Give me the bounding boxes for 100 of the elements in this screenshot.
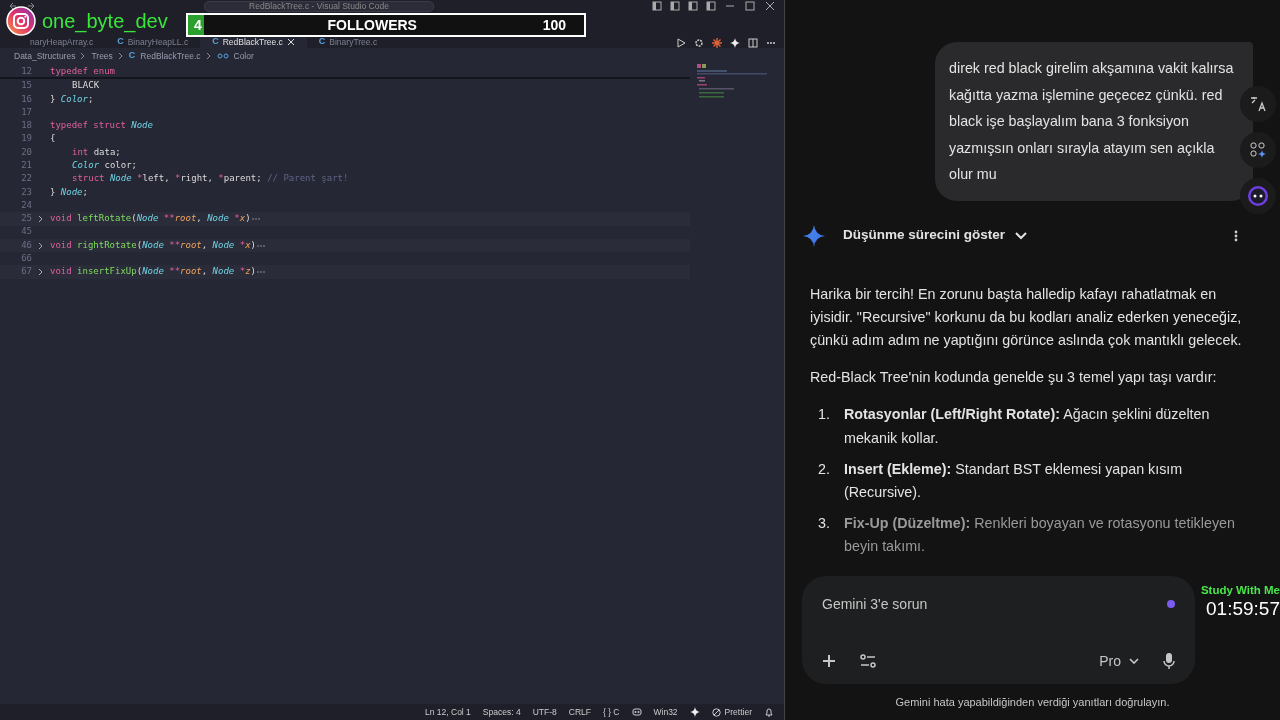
code-line: typedef struct Node [50, 119, 153, 133]
followers-goal: 100 [542, 15, 566, 35]
list-number: 3. [818, 514, 831, 534]
line-number: 16 [20, 92, 32, 106]
line-number: 24 [20, 198, 32, 212]
c-file-icon: C [128, 49, 136, 63]
status-item[interactable]: Win32 [653, 705, 678, 719]
translate-button[interactable] [1240, 86, 1276, 122]
chevron-icon [80, 52, 87, 60]
breadcrumb-item[interactable]: RedBlackTree.c [140, 49, 201, 63]
line-number: 45 [20, 225, 32, 239]
gear-icon[interactable] [694, 38, 704, 48]
layout-icon[interactable] [652, 1, 662, 11]
code-line: void leftRotate(Node **root, Node *x) [50, 212, 251, 226]
c-file-icon: C [212, 35, 219, 49]
fold-chevron-icon[interactable] [38, 241, 44, 250]
breadcrumb-item[interactable]: Color [233, 49, 254, 63]
translate-icon [1250, 96, 1266, 112]
line-number: 25 [20, 212, 32, 226]
code-line: int data; [72, 145, 121, 159]
plus-icon[interactable] [822, 654, 836, 668]
timer-label: Study With Me [1200, 583, 1280, 598]
line-number: 46 [20, 238, 32, 252]
enum-icon [216, 52, 229, 60]
robot-face-icon [1247, 185, 1269, 207]
close-icon[interactable] [764, 1, 776, 11]
line-number: 19 [20, 132, 32, 146]
code-line: struct Node *left, *right, *parent; // Parent şart! [72, 172, 349, 186]
back-arrow-icon[interactable] [8, 1, 18, 11]
microphone-icon[interactable] [1163, 653, 1175, 669]
list-item-text: Rotasyonlar (Left/Right Rotate): Ağacın şeklini düzelten mekanik kollar. [844, 405, 1211, 448]
status-item[interactable]: Spaces: 4 [482, 705, 521, 719]
split-editor-icon[interactable] [748, 38, 758, 48]
code-line: BLACK [72, 79, 100, 93]
line-number: 12 [20, 64, 32, 78]
sparkle-logo-icon [803, 224, 825, 247]
status-item[interactable]: CRLF [568, 705, 591, 719]
panel-icon[interactable] [688, 1, 698, 11]
code-line: typedef enum [50, 64, 116, 78]
chevron-icon [117, 52, 124, 60]
response-paragraph: Harika bir tercih! En zorunu başta halledip kafayı rahatlatmak en iyisidir. "Recursive" korkunu da bu kodları analiz ederken yeneceğiz, çünkü adım adım ne yaptığını görünce aslında çok mantıklı gelecek. [810, 284, 1243, 350]
breadcrumb-item[interactable]: Trees [91, 49, 113, 63]
code-line: } Color; [50, 92, 94, 106]
status-item[interactable]: UTF-8 [532, 705, 557, 719]
timer-clock: 01:59:57 [1205, 599, 1280, 621]
code-line: } Node; [50, 185, 88, 199]
disclaimer-text: Gemini hata yapabildiğinden verdiği yanıtları doğrulayın. [894, 694, 1171, 710]
split-icon[interactable] [706, 1, 716, 11]
apps-button[interactable] [1240, 132, 1276, 168]
maximize-icon[interactable] [744, 1, 756, 11]
c-file-icon: C [117, 35, 124, 49]
model-dropdown[interactable]: Pro [1099, 650, 1139, 672]
minimap-drawing [697, 64, 767, 98]
burst-icon[interactable] [712, 38, 722, 48]
line-number: 20 [20, 145, 32, 159]
sidebar-icon[interactable] [670, 1, 680, 11]
line-number: 66 [20, 252, 32, 266]
code-line: void insertFixUp(Node **root, Node *z) [50, 265, 256, 279]
list-item-text: Fix-Up (Düzeltme): Renkleri boyayan ve rotasyonu tetikleyen beyin takımı. [844, 514, 1236, 557]
show-thinking-button[interactable]: Düşünme sürecini göster [843, 225, 1028, 246]
dot-icon [1167, 600, 1175, 608]
title-search-field[interactable]: RedBlackTree.c - Visual Studio Code [204, 1, 434, 12]
sparkle-icon[interactable] [689, 707, 700, 717]
status-item[interactable]: Ln 12, Col 1 [425, 705, 471, 719]
line-number: 67 [20, 265, 32, 279]
list-number: 1. [818, 405, 831, 425]
forward-arrow-icon[interactable] [26, 1, 36, 11]
line-number: 22 [20, 172, 32, 186]
assistant-button[interactable] [1240, 178, 1276, 214]
list-number: 2. [818, 459, 831, 479]
run-icon[interactable] [676, 38, 686, 48]
more-vertical-icon[interactable] [1234, 229, 1238, 242]
user-message-bubble: direk red black girelim akşamına vakit kalırsa kağıtta yazma işlemine geçecez çünkü. red black işe başlayalım bana 3 fonksiyon yazmışsın onları sırayla atayım sen açıkla olur mu [935, 42, 1253, 201]
sparkle-icon[interactable] [730, 38, 740, 48]
response-paragraph: Red-Black Tree'nin kodunda genelde şu 3 temel yapı taşı vardır: [810, 368, 1218, 388]
status-item[interactable]: { } C [602, 705, 620, 719]
followers-count: 4 [194, 15, 202, 35]
channel-handle: one_byte_dev [42, 11, 168, 31]
followers-label: FOLLOWERS [327, 15, 417, 35]
code-line: void rightRotate(Node **root, Node *x) [50, 238, 256, 252]
grid-sparkle-icon [1250, 142, 1266, 158]
camera-logo-icon [6, 6, 36, 36]
line-number: 23 [20, 185, 32, 199]
breadcrumb-item[interactable]: Data_Structures [14, 49, 76, 63]
chevron-icon [205, 52, 212, 60]
line-number: 21 [20, 159, 32, 172]
chevron-down-icon [1129, 657, 1139, 665]
prohibited-icon[interactable] [711, 707, 721, 717]
fold-chevron-icon[interactable] [38, 214, 44, 223]
copilot-icon[interactable] [631, 707, 642, 717]
c-file-icon: C [318, 35, 326, 49]
line-number: 18 [20, 119, 32, 133]
bell-icon[interactable] [764, 707, 774, 717]
code-line: { [50, 132, 56, 146]
line-number: 17 [20, 105, 32, 119]
tune-icon[interactable] [860, 654, 876, 668]
chat-input-box[interactable]: Gemini 3'e sorun Pro [802, 575, 1195, 684]
fold-chevron-icon[interactable] [38, 268, 44, 277]
status-item[interactable]: Prettier [724, 705, 752, 719]
chevron-down-icon [1015, 231, 1028, 240]
